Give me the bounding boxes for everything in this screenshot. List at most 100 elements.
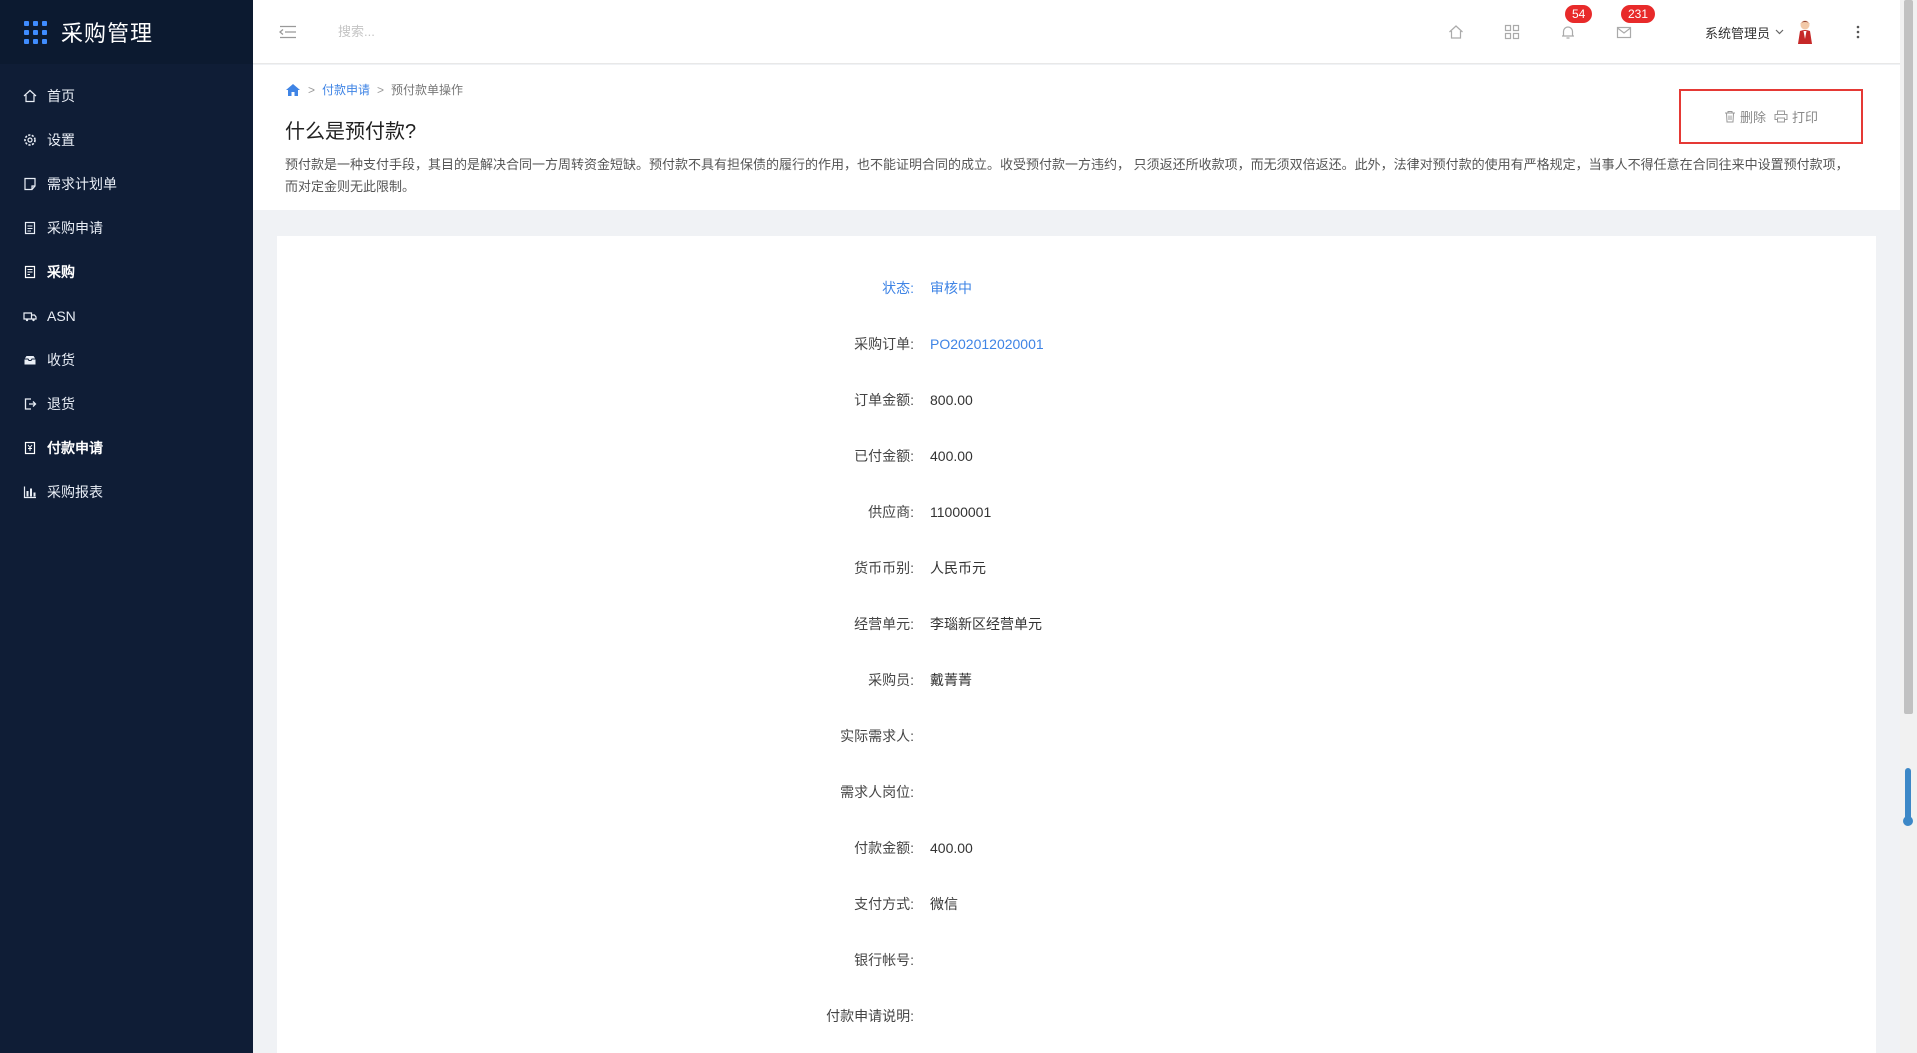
search-input[interactable] (338, 24, 638, 39)
detail-row-requester-position: 需求人岗位: (277, 780, 1876, 804)
sidebar-item-returns[interactable]: 退货 (0, 382, 253, 426)
action-toolbar: 删除 打印 (1679, 89, 1863, 144)
detail-row-business-unit: 经营单元: 李瑙新区经营单元 (277, 612, 1876, 636)
field-label: 需求人岗位: (840, 784, 914, 800)
field-label: 订单金额: (854, 392, 914, 408)
field-label: 已付金额: (854, 448, 914, 464)
notifications-badge: 54 (1564, 5, 1593, 23)
sidebar-item-label: 采购 (47, 264, 75, 280)
trash-icon (1724, 111, 1735, 123)
sidebar-item-asn[interactable]: ASN (0, 294, 253, 338)
document-icon (22, 220, 38, 236)
inbox-icon (22, 352, 38, 368)
sidebar-item-settings[interactable]: 设置 (0, 118, 253, 162)
field-value: 400.00 (930, 840, 973, 856)
delete-button[interactable]: 删除 (1724, 107, 1766, 126)
breadcrumb-current: 预付款单操作 (391, 83, 464, 97)
field-label: 状态: (882, 280, 914, 296)
top-header: 54 231 系统管理员 (253, 0, 1900, 64)
print-label: 打印 (1792, 110, 1819, 125)
bell-icon[interactable]: 54 (1557, 5, 1593, 43)
page-header: > 付款申请 > 预付款单操作 什么是预付款? 预付款是一种支付手段，其目的是解… (253, 65, 1900, 210)
vertical-scrollbar[interactable] (1900, 0, 1917, 1053)
detail-row-payment-amount: 付款金额: 400.00 (277, 836, 1876, 860)
sidebar-item-label: 收货 (47, 352, 75, 368)
home-icon (22, 88, 38, 104)
detail-row-purchase-order: 采购订单: PO202012020001 (277, 332, 1876, 356)
field-value: 戴菁菁 (930, 672, 972, 688)
field-value: 11000001 (930, 504, 992, 520)
field-label: 货币币别: (854, 560, 914, 576)
detail-row-currency: 货币币别: 人民币元 (277, 556, 1876, 580)
field-label: 实际需求人: (840, 728, 914, 744)
detail-row-bank-account: 银行帐号: (277, 948, 1876, 972)
more-vertical-icon[interactable] (1850, 21, 1866, 43)
field-value: 李瑙新区经营单元 (930, 616, 1042, 632)
home-icon[interactable] (1445, 21, 1467, 43)
payment-icon (22, 440, 38, 456)
sidebar: 采购管理 首页 设置 需求计划单 采购申请 采购 ASN 收货 退货 付款申请 … (0, 0, 253, 1053)
avatar (1798, 20, 1812, 44)
sidebar-item-payment-request[interactable]: 付款申请 (0, 426, 253, 470)
apps-grid-icon[interactable] (24, 20, 47, 44)
field-value: 800.00 (930, 392, 973, 408)
detail-row-order-amount: 订单金额: 800.00 (277, 388, 1876, 412)
field-label: 采购订单: (854, 336, 914, 352)
sidebar-item-label: 采购报表 (47, 484, 103, 500)
sidebar-nav: 首页 设置 需求计划单 采购申请 采购 ASN 收货 退货 付款申请 采购报表 (0, 64, 253, 514)
note-icon (22, 176, 38, 192)
brand: 采购管理 (0, 0, 253, 64)
sidebar-item-label: 首页 (47, 88, 75, 104)
detail-row-status: 状态: 审核中 (277, 276, 1876, 300)
detail-row-payment-method: 支付方式: 微信 (277, 892, 1876, 916)
field-label: 供应商: (868, 504, 914, 520)
detail-card: 状态: 审核中 采购订单: PO202012020001 订单金额: 800.0… (277, 236, 1876, 1053)
sidebar-item-reports[interactable]: 采购报表 (0, 470, 253, 514)
sidebar-item-label: 采购申请 (47, 220, 103, 236)
chevron-down-icon (1775, 29, 1784, 35)
detail-row-payment-note: 付款申请说明: (277, 1004, 1876, 1028)
home-icon[interactable] (285, 83, 301, 97)
breadcrumb-payment-request[interactable]: 付款申请 (322, 81, 370, 98)
app-title: 采购管理 (61, 21, 154, 46)
field-label: 支付方式: (854, 896, 914, 912)
status-value: 审核中 (930, 280, 972, 296)
delete-label: 删除 (1739, 110, 1766, 125)
user-menu[interactable]: 系统管理员 (1705, 19, 1816, 45)
mail-icon[interactable]: 231 (1613, 5, 1656, 43)
printer-icon (1774, 110, 1788, 123)
exit-icon (22, 396, 38, 412)
field-label: 经营单元: (854, 616, 914, 632)
scrollbar-thumb[interactable] (1904, 0, 1913, 714)
truck-icon (22, 308, 38, 324)
header-actions: 54 231 系统管理员 (1445, 0, 1900, 64)
sidebar-item-purchase[interactable]: 采购 (0, 250, 253, 294)
sidebar-item-label: 付款申请 (47, 440, 103, 456)
field-value: 微信 (930, 896, 958, 912)
detail-row-requester: 实际需求人: (277, 724, 1876, 748)
field-value: 400.00 (930, 448, 973, 464)
menu-collapse-icon[interactable] (276, 20, 300, 44)
gear-icon (22, 132, 38, 148)
field-label: 采购员: (868, 672, 914, 688)
detail-row-paid-amount: 已付金额: 400.00 (277, 444, 1876, 468)
sidebar-item-label: ASN (47, 308, 76, 324)
page-description: 预付款是一种支付手段，其目的是解决合同一方周转资金短缺。预付款不具有担保债的履行… (285, 157, 1849, 194)
field-label: 付款金额: (854, 840, 914, 856)
sidebar-item-purchase-request[interactable]: 采购申请 (0, 206, 253, 250)
print-button[interactable]: 打印 (1774, 107, 1818, 126)
bar-chart-icon (22, 484, 38, 500)
page-title: 什么是预付款? (285, 121, 417, 143)
sidebar-item-receiving[interactable]: 收货 (0, 338, 253, 382)
sidebar-item-label: 设置 (47, 132, 75, 148)
detail-row-buyer: 采购员: 戴菁菁 (277, 668, 1876, 692)
purchase-order-link[interactable]: PO202012020001 (930, 336, 1044, 352)
apps-icon[interactable] (1501, 21, 1523, 43)
scroll-handle[interactable] (1903, 768, 1913, 826)
field-value: 人民币元 (930, 560, 986, 576)
messages-badge: 231 (1620, 5, 1656, 23)
sidebar-item-demand-plan[interactable]: 需求计划单 (0, 162, 253, 206)
sidebar-item-home[interactable]: 首页 (0, 74, 253, 118)
receipt-icon (22, 264, 38, 280)
sidebar-item-label: 需求计划单 (47, 176, 117, 192)
